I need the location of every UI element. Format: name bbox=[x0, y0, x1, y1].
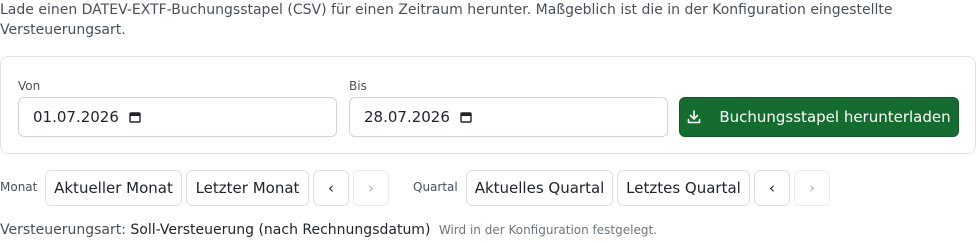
last-month-button[interactable]: Letzter Monat bbox=[186, 170, 309, 206]
tax-mode-note: Wird in der Konfiguration festgelegt. bbox=[438, 223, 657, 237]
tax-mode-info: Versteuerungsart: Soll-Versteuerung (nac… bbox=[0, 222, 657, 238]
to-date-value: 28.07.2026 bbox=[364, 108, 450, 126]
page-description: Lade einen DATEV-EXTF-Buchungsstapel (CS… bbox=[0, 2, 893, 38]
from-date-input[interactable]: 01.07.2026 bbox=[18, 97, 337, 137]
last-quarter-button[interactable]: Letztes Quartal bbox=[617, 170, 750, 206]
prev-quarter-button[interactable]: ‹ bbox=[754, 170, 790, 206]
quarter-group-label: Quartal bbox=[413, 180, 458, 194]
current-month-button[interactable]: Aktueller Monat bbox=[45, 170, 182, 206]
chevron-right-icon: › bbox=[368, 179, 374, 197]
download-button[interactable]: Buchungsstapel herunterladen bbox=[679, 97, 959, 137]
tax-mode-value: Soll-Versteuerung (nach Rechnungsdatum) bbox=[130, 222, 431, 238]
prev-month-button[interactable]: ‹ bbox=[313, 170, 349, 206]
from-label: Von bbox=[18, 79, 41, 93]
current-quarter-button[interactable]: Aktuelles Quartal bbox=[466, 170, 613, 206]
from-date-value: 01.07.2026 bbox=[33, 108, 119, 126]
to-label: Bis bbox=[349, 79, 367, 93]
export-form-card: Von 01.07.2026 Bis 28.07.2026 Buchungsst… bbox=[0, 56, 976, 154]
download-button-label: Buchungsstapel herunterladen bbox=[719, 108, 951, 126]
tax-mode-label: Versteuerungsart: bbox=[0, 222, 126, 238]
to-date-input[interactable]: 28.07.2026 bbox=[349, 97, 668, 137]
chevron-left-icon: ‹ bbox=[769, 179, 775, 197]
download-icon bbox=[688, 110, 701, 124]
chevron-right-icon: › bbox=[809, 179, 815, 197]
month-group-label: Monat bbox=[0, 180, 38, 194]
calendar-icon[interactable] bbox=[129, 111, 141, 123]
calendar-icon[interactable] bbox=[460, 111, 472, 123]
chevron-left-icon: ‹ bbox=[328, 179, 334, 197]
next-quarter-button[interactable]: › bbox=[794, 170, 830, 206]
next-month-button[interactable]: › bbox=[353, 170, 389, 206]
